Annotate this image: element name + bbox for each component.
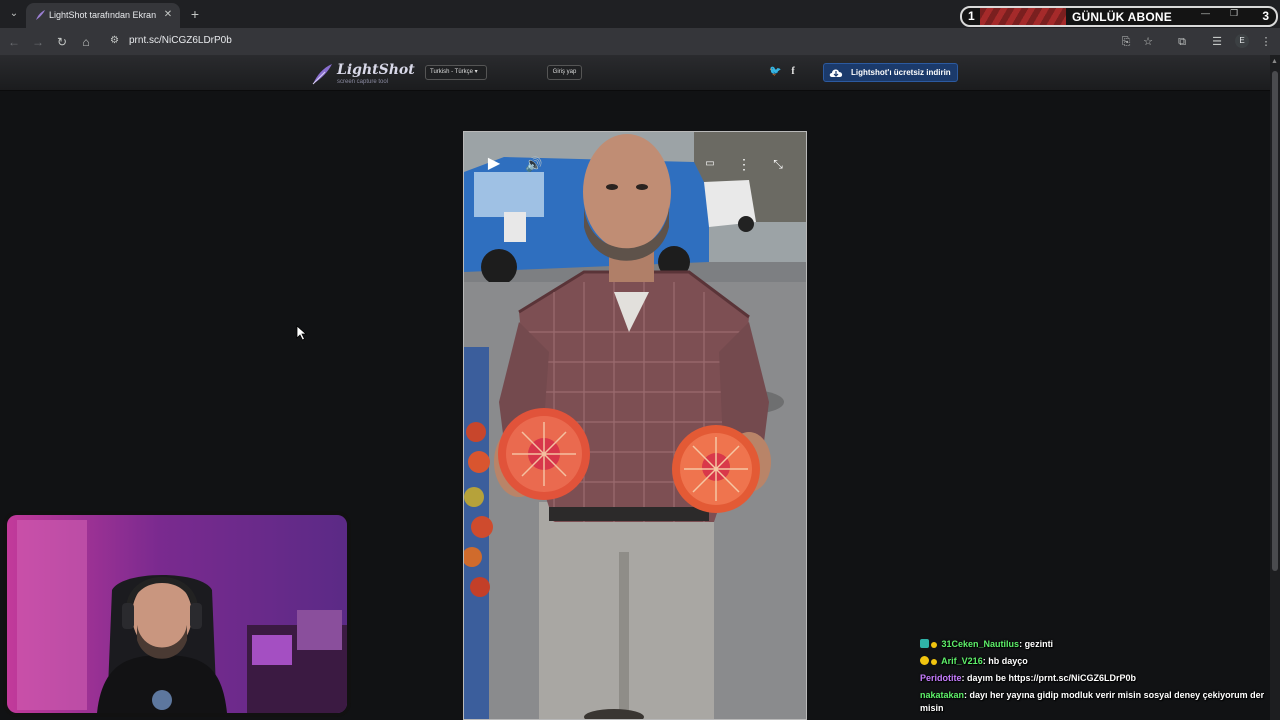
reading-list-icon[interactable]: ☰ — [1209, 34, 1225, 50]
bookmark-star-icon[interactable]: ☆ — [1140, 34, 1156, 50]
twitter-icon[interactable]: 🐦 — [769, 66, 781, 78]
new-tab-icon[interactable]: + — [187, 6, 203, 22]
stream-chat: 31Ceken_Nautilus: gezinti Arif_V216: hb … — [920, 638, 1270, 719]
mouse-cursor-icon — [296, 325, 308, 341]
download-button[interactable]: Lightshot'ı ücretsiz indirin — [823, 63, 958, 82]
volume-icon[interactable]: 🔊 — [524, 154, 544, 174]
screenshot-image[interactable]: ▶ 🔊 ▭ ⋮ ⤡ — [463, 131, 807, 720]
chat-message: nakatakan: dayı her yayına gidip modluk … — [920, 690, 1265, 713]
chat-text: hb dayço — [988, 656, 1028, 666]
page-scrollbar[interactable]: ▲ — [1270, 55, 1280, 720]
browser-tab[interactable]: LightShot tarafından Ekran Görüntüsü ✕ — [26, 3, 180, 28]
prediction-badge-icon — [920, 656, 929, 665]
overlay-label: GÜNLÜK ABONE — [1072, 10, 1172, 24]
forward-icon[interactable]: → — [30, 34, 46, 50]
menu-kebab-icon[interactable]: ⋮ — [1258, 34, 1274, 50]
chat-text: dayım be https://prnt.sc/NiCGZ6LDrP0b — [967, 673, 1137, 683]
chat-text: dayı her yayına gidip modluk verir misin… — [920, 690, 1265, 713]
chat-message: Arif_V216: hb dayço — [920, 655, 1270, 668]
scroll-up-icon[interactable]: ▲ — [1271, 58, 1278, 65]
logo-text: LightShot — [337, 62, 415, 78]
overlay-right-count: 3 — [1262, 9, 1269, 23]
back-icon[interactable]: ← — [6, 34, 22, 50]
mic-badge-icon — [931, 642, 937, 648]
download-label: Lightshot'ı ücretsiz indirin — [851, 68, 951, 77]
language-select[interactable]: Turkish - Türkçe ▾ — [425, 65, 487, 80]
mic-badge-icon — [931, 659, 937, 665]
exit-fullscreen-icon[interactable]: ⤡ — [768, 154, 788, 174]
chat-username[interactable]: Arif_V216 — [941, 656, 983, 666]
lightshot-logo[interactable]: LightShot screen capture tool — [311, 61, 421, 87]
tab-close-icon[interactable]: ✕ — [161, 8, 175, 22]
chat-username[interactable]: 31Ceken_Nautilus — [942, 639, 1020, 649]
reload-icon[interactable]: ↻ — [54, 34, 70, 50]
minimize-icon[interactable]: — — [1201, 8, 1210, 18]
profile-avatar[interactable]: E — [1235, 34, 1249, 48]
overlay-left-count: 1 — [968, 9, 975, 23]
chat-text: gezinti — [1024, 639, 1054, 649]
lightshot-feather-icon — [312, 64, 332, 85]
lightshot-feather-icon — [36, 10, 45, 20]
tab-search-chevron-icon[interactable]: ⌄ — [6, 6, 22, 22]
browser-toolbar: ← → ↻ ⌂ ⚙ prnt.sc/NiCGZ6LDrP0b ⎘ ☆ ⧉ ☰ E… — [0, 28, 1280, 55]
cloud-download-icon — [829, 69, 843, 77]
install-app-icon[interactable]: ⎘ — [1118, 34, 1134, 50]
captions-icon[interactable]: ▭ — [700, 154, 720, 174]
restore-icon[interactable]: ❐ — [1230, 8, 1238, 19]
chat-username[interactable]: nakatakan — [920, 690, 964, 700]
url-text[interactable]: prnt.sc/NiCGZ6LDrP0b — [129, 35, 232, 46]
extensions-icon[interactable]: ⧉ — [1174, 34, 1190, 50]
address-bar[interactable]: ⚙ prnt.sc/NiCGZ6LDrP0b — [103, 31, 1253, 52]
tab-strip: ⌄ LightShot tarafından Ekran Görüntüsü ✕… — [0, 0, 1280, 28]
scroll-thumb[interactable] — [1272, 71, 1278, 571]
login-button[interactable]: Giriş yap — [547, 65, 582, 80]
more-options-icon[interactable]: ⋮ — [734, 154, 754, 174]
streamer-webcam — [3, 511, 351, 717]
play-icon[interactable]: ▶ — [484, 154, 504, 174]
chat-message: 31Ceken_Nautilus: gezinti — [920, 638, 1270, 651]
home-icon[interactable]: ⌂ — [78, 34, 94, 50]
tab-title: LightShot tarafından Ekran Görüntüsü — [49, 10, 159, 20]
chat-username[interactable]: Peridotite — [920, 673, 962, 683]
logo-subtitle: screen capture tool — [337, 79, 389, 85]
chat-message: Peridotite: dayım be https://prnt.sc/NiC… — [920, 673, 1137, 683]
webcam-feed — [7, 515, 347, 713]
overlay-progress-stripes — [980, 8, 1066, 25]
lightshot-header: LightShot screen capture tool Turkish - … — [0, 55, 1270, 91]
language-value: Turkish - Türkçe — [430, 69, 474, 75]
facebook-icon[interactable]: f — [787, 66, 799, 78]
subscriber-badge-icon — [920, 639, 929, 648]
screenshot-photo — [464, 132, 806, 719]
site-info-icon[interactable]: ⚙ — [110, 34, 124, 48]
